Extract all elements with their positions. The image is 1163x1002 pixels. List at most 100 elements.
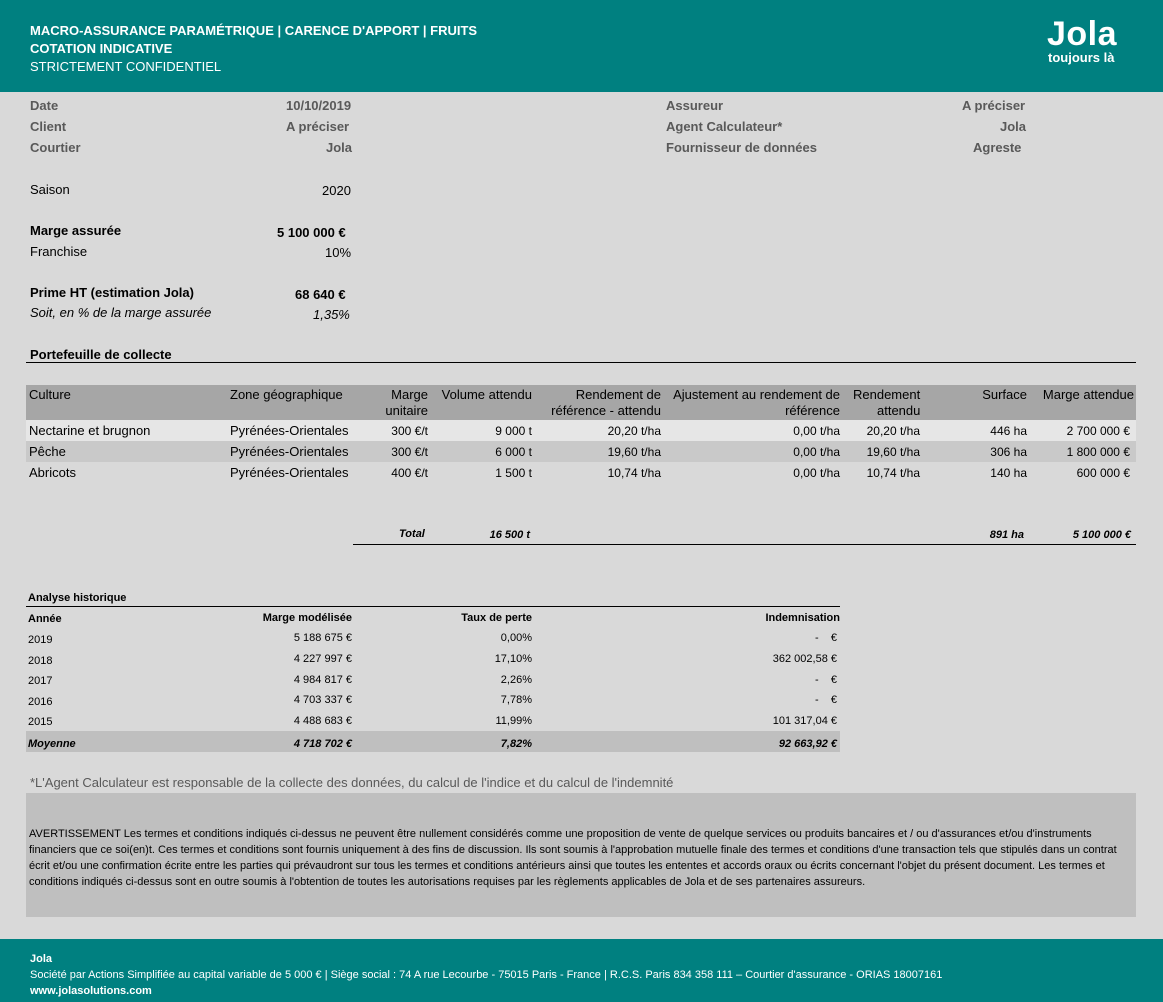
cell-volume: 6 000 t [495, 445, 532, 459]
cell-zone: Pyrénées-Orientales [230, 465, 349, 480]
history-annee: 2017 [28, 675, 53, 687]
document-subtitle: COTATION INDICATIVE [30, 41, 173, 56]
cell-rend-att: 19,60 t/ha [866, 445, 920, 459]
col-surface: Surface [982, 387, 1027, 402]
history-marge: 5 188 675 € [293, 632, 352, 644]
cell-surface: 306 ha [990, 445, 1027, 459]
col-marge-unitaire-l1: Marge [391, 387, 428, 402]
footer-website-link[interactable]: www.jolasolutions.com [30, 985, 152, 997]
portfolio-table-header: Culture Zone géographique Marge unitaire… [26, 385, 1136, 420]
info-label-courtier: Courtier [30, 140, 81, 155]
info-value-assureur: A préciser [962, 98, 1026, 113]
total-surface: 891 ha [989, 529, 1024, 541]
franchise-label: Franchise [30, 244, 88, 259]
history-indem: - € [814, 674, 837, 686]
total-marge-attendue: 5 100 000 € [1072, 529, 1131, 541]
cell-volume: 1 500 t [495, 466, 532, 480]
total-label: Total [399, 528, 425, 540]
col-rend-ref-l1: Rendement de [575, 387, 661, 402]
cell-zone: Pyrénées-Orientales [230, 423, 349, 438]
total-rule [353, 544, 1136, 545]
info-label-client: Client [30, 119, 67, 134]
cell-ajust: 0,00 t/ha [793, 466, 840, 480]
history-marge: 4 227 997 € [293, 653, 352, 665]
cell-rend-att: 20,20 t/ha [866, 424, 920, 438]
history-indem: 101 317,04 € [772, 715, 837, 727]
history-average-taux: 7,82% [500, 738, 532, 750]
info-value-date: 10/10/2019 [286, 98, 352, 113]
cell-marge: 300 €/t [391, 445, 428, 459]
history-marge: 4 703 337 € [293, 694, 352, 706]
cell-surface: 140 ha [990, 466, 1027, 480]
portfolio-title: Portefeuille de collecte [30, 347, 172, 362]
history-taux: 11,99% [495, 715, 533, 727]
cell-rend-ref: 20,20 t/ha [607, 424, 661, 438]
footer-legal: Société par Actions Simplifiée au capita… [30, 969, 943, 981]
info-value-fournisseur: Agreste [973, 140, 1022, 155]
cell-rend-ref: 19,60 t/ha [607, 445, 661, 459]
info-label-agent: Agent Calculateur* [666, 119, 783, 134]
history-annee: 2018 [28, 655, 53, 667]
cell-surface: 446 ha [990, 424, 1027, 438]
col-ajust-l1: Ajustement au rendement de [673, 387, 840, 402]
cell-volume: 9 000 t [495, 424, 532, 438]
prime-label: Prime HT (estimation Jola) [30, 285, 194, 300]
history-taux: 17,10% [494, 653, 532, 665]
history-marge: 4 984 817 € [293, 674, 352, 686]
history-indem: - € [814, 694, 837, 706]
cell-marge: 400 €/t [391, 466, 428, 480]
cell-culture: Nectarine et brugnon [29, 423, 151, 438]
portfolio-title-rule [26, 362, 1136, 363]
saison-value: 2020 [322, 183, 351, 198]
cell-zone: Pyrénées-Orientales [230, 444, 349, 459]
col-rend-att-l2: attendu [877, 403, 921, 418]
cell-ajust: 0,00 t/ha [793, 424, 840, 438]
footer: Jola Société par Actions Simplifiée au c… [0, 939, 1163, 1002]
history-col-marge: Marge modélisée [262, 612, 352, 624]
history-average-indem: 92 663,92 € [778, 738, 837, 750]
history-col-annee: Année [28, 613, 62, 625]
marge-assuree-label: Marge assurée [30, 223, 122, 238]
history-col-taux: Taux de perte [461, 612, 532, 624]
history-annee: 2019 [28, 634, 53, 646]
col-culture: Culture [29, 387, 71, 402]
cell-marge-att: 1 800 000 € [1066, 445, 1130, 459]
col-rend-att-l1: Rendement [853, 387, 921, 402]
logo-text: Jola [1047, 15, 1118, 53]
info-label-assureur: Assureur [666, 98, 724, 113]
franchise-value: 10% [325, 245, 352, 260]
table-row: Abricots Pyrénées-Orientales 400 €/t 1 5… [26, 462, 1136, 483]
history-average-label: Moyenne [28, 738, 76, 750]
table-row: Pêche Pyrénées-Orientales 300 €/t 6 000 … [26, 441, 1136, 462]
col-marge-unitaire-l2: unitaire [385, 403, 428, 418]
history-annee: 2015 [28, 716, 53, 728]
history-indem: 362 002,58 € [772, 653, 837, 665]
cell-marge: 300 €/t [391, 424, 428, 438]
col-rend-ref-l2: référence - attendu [551, 403, 661, 418]
total-volume: 16 500 t [489, 529, 530, 541]
prime-pct-label: Soit, en % de la marge assurée [30, 305, 212, 320]
cell-rend-att: 10,74 t/ha [866, 466, 920, 480]
info-value-agent: Jola [1000, 119, 1027, 134]
document-title: MACRO-ASSURANCE PARAMÉTRIQUE | CARENCE D… [30, 23, 478, 38]
info-label-date: Date [30, 98, 59, 113]
col-marge-attendue: Marge attendue [1042, 387, 1134, 402]
cell-culture: Pêche [29, 444, 66, 459]
table-row: Nectarine et brugnon Pyrénées-Orientales… [26, 420, 1136, 441]
history-taux: 7,78% [500, 694, 532, 706]
confidentiality-label: STRICTEMENT CONFIDENTIEL [30, 59, 222, 74]
history-indem: - € [814, 632, 837, 644]
agent-footnote: *L'Agent Calculateur est responsable de … [30, 775, 674, 790]
col-volume: Volume attendu [441, 387, 532, 402]
prime-value: 68 640 € [295, 287, 346, 302]
saison-label: Saison [30, 182, 70, 197]
logo-tagline: toujours là [1048, 50, 1115, 65]
history-title-rule [26, 606, 840, 607]
cell-marge-att: 600 000 € [1076, 466, 1130, 480]
marge-assuree-value: 5 100 000 € [277, 225, 346, 240]
history-taux: 2,26% [500, 674, 532, 686]
jola-logo: Jola toujours là [1047, 16, 1117, 64]
cell-ajust: 0,00 t/ha [793, 445, 840, 459]
history-title: Analyse historique [28, 592, 127, 604]
info-label-fournisseur: Fournisseur de données [666, 140, 817, 155]
